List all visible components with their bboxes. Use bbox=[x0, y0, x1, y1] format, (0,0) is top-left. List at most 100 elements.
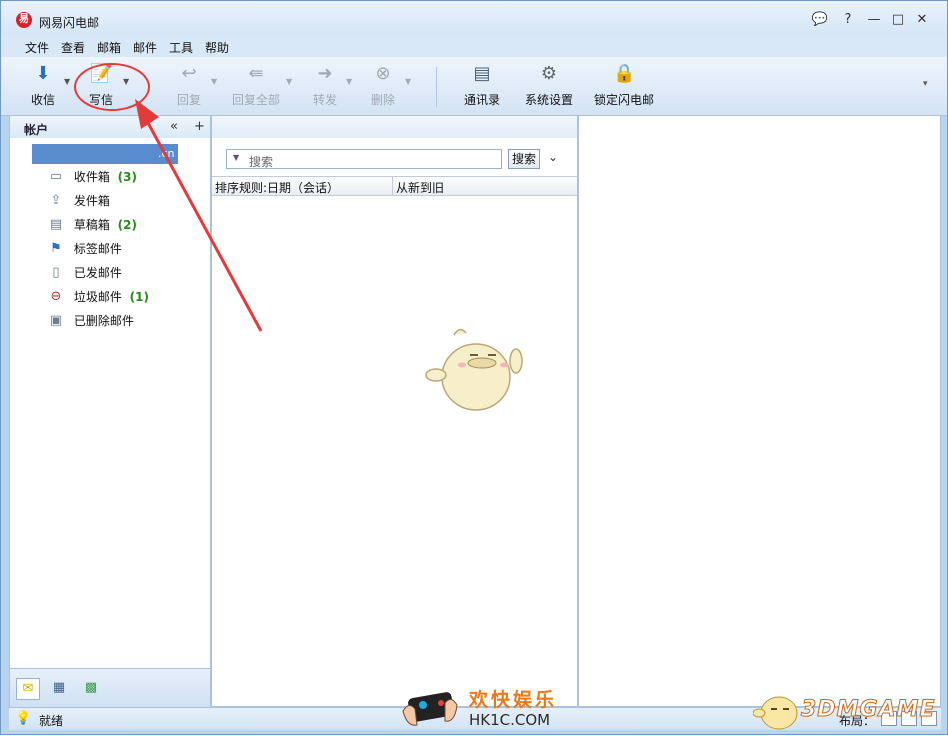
reading-pane bbox=[578, 115, 941, 707]
window-title: 网易闪电邮 bbox=[39, 16, 100, 30]
lock-icon: 🔒 bbox=[613, 63, 636, 84]
collapse-pane-icon[interactable]: « bbox=[170, 119, 178, 134]
module-switcher: ✉ ▦ ▩ bbox=[10, 668, 210, 707]
forward-icon: ➜ bbox=[317, 63, 333, 84]
download-icon: ⬇ bbox=[35, 63, 51, 84]
hk1c-chinese-text: 欢快娱乐 bbox=[469, 689, 558, 711]
search-button[interactable]: 搜索 bbox=[508, 149, 540, 169]
reply-all-dropdown-icon[interactable]: ▼ bbox=[286, 77, 292, 86]
delete-label: 删除 bbox=[370, 93, 395, 107]
menu-view[interactable]: 查看 bbox=[61, 39, 85, 56]
mascot-logo-icon bbox=[753, 696, 798, 730]
3dmgame-text: 3DMGAME bbox=[800, 697, 936, 723]
flag-icon: ⚑ bbox=[50, 240, 62, 256]
reply-all-label: 回复全部 bbox=[231, 93, 280, 107]
folder-drafts[interactable]: ▤ 草稿箱 (2) bbox=[48, 216, 137, 236]
folder-label: 草稿箱 bbox=[73, 218, 110, 232]
reply-dropdown-icon[interactable]: ▼ bbox=[211, 77, 217, 86]
mascot-illustration bbox=[425, 328, 523, 411]
sort-header: 排序规则:日期（会话） 从新到旧 bbox=[212, 176, 577, 196]
gamepad-hands-icon bbox=[402, 692, 458, 726]
maximize-button[interactable]: □ bbox=[887, 11, 909, 29]
hk1c-watermark: 欢快娱乐 HK1C.COM bbox=[399, 681, 559, 733]
hk1c-english-text: HK1C.COM bbox=[469, 711, 551, 729]
settings-label: 系统设置 bbox=[524, 93, 573, 107]
folder-label: 垃圾邮件 bbox=[73, 290, 122, 304]
forward-dropdown-icon[interactable]: ▼ bbox=[346, 77, 352, 86]
receive-button[interactable]: ⬇ 收信 bbox=[25, 63, 61, 111]
account-row[interactable]: .cn bbox=[32, 144, 178, 164]
expand-search-icon[interactable]: ⌄ bbox=[548, 150, 558, 164]
toolbar-overflow-icon[interactable]: ▾ bbox=[923, 79, 928, 89]
sort-rule-column[interactable]: 排序规则:日期（会话） bbox=[215, 179, 339, 196]
title-bar: 易 网易闪电邮 💬 ? — □ ✕ bbox=[1, 1, 947, 35]
delete-icon: ⊗ bbox=[375, 63, 391, 84]
toolbar-separator bbox=[436, 67, 437, 107]
reply-all-button[interactable]: ⇚ 回复全部 bbox=[229, 63, 283, 111]
compose-highlight-circle bbox=[74, 63, 150, 111]
folder-count: (2) bbox=[117, 217, 137, 232]
delete-dropdown-icon[interactable]: ▼ bbox=[405, 77, 411, 86]
close-button[interactable]: ✕ bbox=[911, 11, 933, 29]
outbox-icon: ⇪ bbox=[50, 192, 62, 208]
minimize-button[interactable]: — bbox=[863, 11, 885, 29]
mail-module-icon[interactable]: ✉ bbox=[16, 678, 40, 700]
folder-flagged[interactable]: ⚑ 标签邮件 bbox=[48, 240, 122, 260]
search-scope-dropdown-icon[interactable]: ▼ bbox=[233, 153, 239, 162]
status-text: 就绪 bbox=[39, 714, 64, 728]
accounts-title: 帐户 bbox=[24, 123, 49, 137]
contacts-label: 通讯录 bbox=[463, 93, 500, 107]
reply-label: 回复 bbox=[176, 93, 201, 107]
menu-mail[interactable]: 邮件 bbox=[133, 39, 157, 56]
reply-icon: ↩ bbox=[181, 63, 197, 84]
receive-label: 收信 bbox=[30, 93, 55, 107]
help-icon[interactable]: ? bbox=[837, 11, 859, 29]
app-logo-icon: 易 bbox=[16, 12, 32, 28]
folder-spam[interactable]: ⊖ 垃圾邮件 (1) bbox=[48, 288, 149, 308]
folder-label: 收件箱 bbox=[73, 170, 110, 184]
notification-icon[interactable]: 💬 bbox=[809, 11, 831, 29]
column-divider bbox=[392, 177, 393, 195]
search-input[interactable]: ▼ 搜索 bbox=[226, 149, 502, 169]
app-window: 易 网易闪电邮 💬 ? — □ ✕ 文件 查看 邮箱 邮件 工具 帮助 ⬇ 收信… bbox=[0, 0, 948, 735]
lock-label: 锁定闪电邮 bbox=[593, 93, 654, 107]
delete-button[interactable]: ⊗ 删除 bbox=[365, 63, 401, 111]
sent-icon: ▯ bbox=[52, 264, 60, 280]
folder-label: 标签邮件 bbox=[73, 242, 122, 256]
folder-count: (1) bbox=[129, 289, 149, 304]
lightbulb-icon: 💡 bbox=[15, 711, 32, 726]
lock-button[interactable]: 🔒 锁定闪电邮 bbox=[593, 63, 655, 111]
folder-inbox[interactable]: ▭ 收件箱 (3) bbox=[48, 168, 137, 188]
forward-button[interactable]: ➜ 转发 bbox=[307, 63, 343, 111]
account-name: .cn bbox=[158, 147, 175, 160]
reply-button[interactable]: ↩ 回复 bbox=[171, 63, 207, 111]
contacts-button[interactable]: ▤ 通讯录 bbox=[461, 63, 503, 111]
folder-deleted[interactable]: ▣ 已删除邮件 bbox=[48, 312, 134, 332]
folder-pane: 帐户 « + .cn ▭ 收件箱 (3) ⇪ 发件箱 ▤ 草稿箱 (2) ⚑ 标… bbox=[9, 115, 211, 707]
sort-order-column[interactable]: 从新到旧 bbox=[396, 179, 444, 196]
search-placeholder: 搜索 bbox=[249, 155, 274, 169]
menu-help[interactable]: 帮助 bbox=[205, 39, 229, 56]
apps-module-icon[interactable]: ▩ bbox=[80, 678, 102, 698]
drafts-icon: ▤ bbox=[49, 216, 63, 232]
menu-bar: 文件 查看 邮箱 邮件 工具 帮助 bbox=[1, 35, 947, 57]
folder-label: 已发邮件 bbox=[73, 266, 122, 280]
folder-pane-header: 帐户 « + bbox=[10, 116, 210, 138]
folder-count: (3) bbox=[117, 169, 137, 184]
message-list-pane: ▼ 搜索 搜索 ⌄ 排序规则:日期（会话） 从新到旧 bbox=[211, 115, 578, 707]
folder-outbox[interactable]: ⇪ 发件箱 bbox=[48, 192, 110, 212]
folder-sent[interactable]: ▯ 已发邮件 bbox=[48, 264, 122, 284]
gear-icon: ⚙ bbox=[540, 63, 558, 84]
trash-icon: ▣ bbox=[49, 312, 63, 328]
settings-button[interactable]: ⚙ 系统设置 bbox=[523, 63, 575, 111]
menu-mailbox[interactable]: 邮箱 bbox=[97, 39, 121, 56]
add-account-icon[interactable]: + bbox=[194, 119, 205, 134]
inbox-icon: ▭ bbox=[49, 168, 63, 184]
calendar-module-icon[interactable]: ▦ bbox=[48, 678, 70, 698]
forward-label: 转发 bbox=[312, 93, 337, 107]
menu-file[interactable]: 文件 bbox=[25, 39, 49, 56]
folder-label: 已删除邮件 bbox=[73, 314, 134, 328]
menu-tools[interactable]: 工具 bbox=[169, 39, 193, 56]
reply-all-icon: ⇚ bbox=[248, 63, 264, 84]
receive-dropdown-icon[interactable]: ▼ bbox=[64, 77, 70, 86]
